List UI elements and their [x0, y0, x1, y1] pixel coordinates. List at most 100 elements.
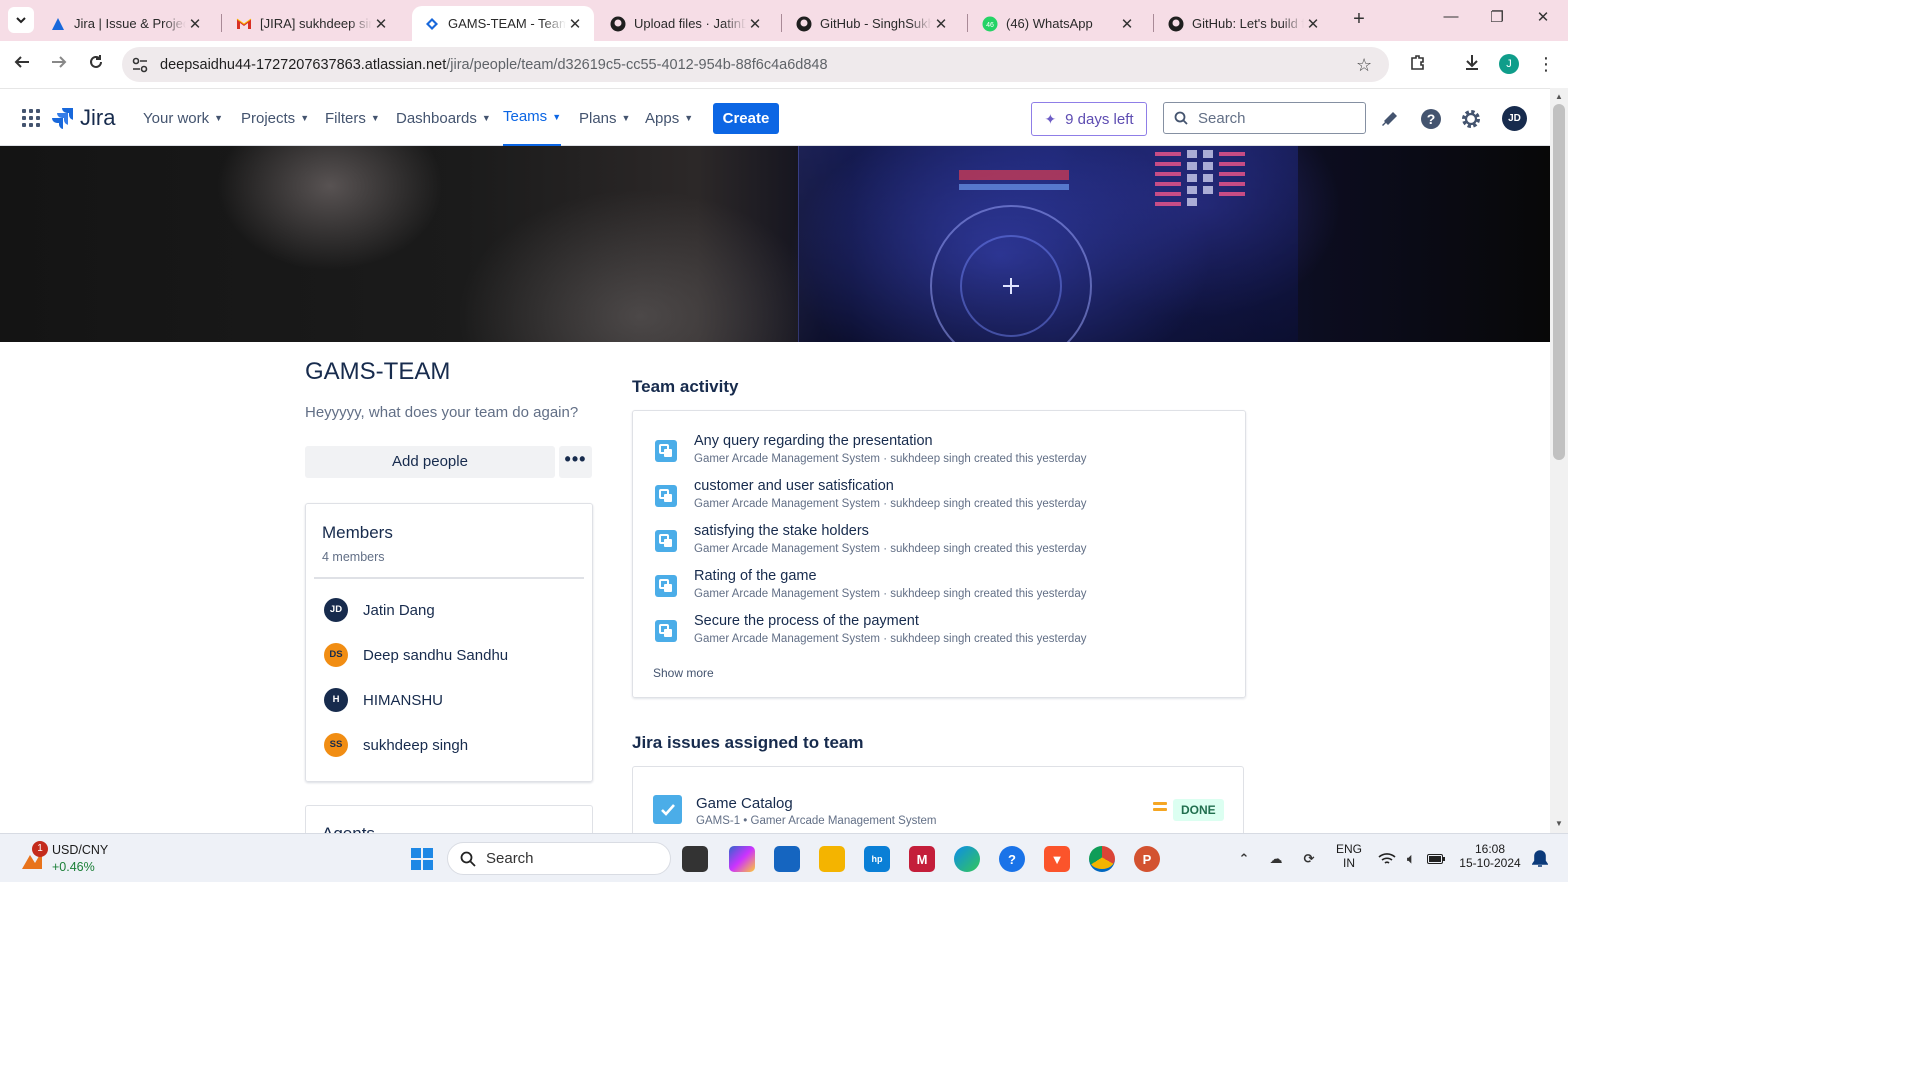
user-avatar[interactable]: JD — [1502, 106, 1527, 131]
restore-window-button[interactable]: ❐ — [1482, 8, 1512, 32]
team-description[interactable]: Heyyyyy, what does your team do again? — [305, 404, 578, 421]
lang-line2: IN — [1343, 856, 1355, 870]
volume-icon[interactable]: 🔈︎ — [1398, 846, 1424, 872]
member-row[interactable]: DS Deep sandhu Sandhu — [324, 642, 508, 668]
reload-button[interactable] — [84, 53, 108, 77]
browser-tab-gmail[interactable]: [JIRA] sukhdeep singh ✕ — [224, 6, 400, 41]
team-activity-card: Any query regarding the presentation Gam… — [632, 410, 1246, 698]
browser-tab-github-singh[interactable]: GitHub - SinghSukh0 ✕ — [784, 6, 960, 41]
bookmark-star-icon[interactable]: ☆ — [1356, 55, 1372, 76]
subtask-icon — [655, 575, 677, 597]
notifications-button[interactable] — [1378, 107, 1402, 131]
scroll-up-arrow[interactable]: ▲ — [1553, 92, 1565, 104]
copilot-icon[interactable] — [729, 846, 755, 872]
downloads-button[interactable] — [1460, 53, 1484, 77]
subtask-icon — [655, 530, 677, 552]
tab-search-button[interactable] — [8, 7, 34, 33]
nav-plans[interactable]: Plans ▼ — [579, 89, 630, 147]
nav-apps[interactable]: Apps ▼ — [645, 89, 693, 147]
notification-bell-icon[interactable] — [1527, 846, 1553, 872]
help-app-icon[interactable]: ? — [999, 846, 1025, 872]
scroll-down-arrow[interactable]: ▼ — [1553, 819, 1565, 831]
close-tab-icon[interactable]: ✕ — [1304, 15, 1322, 33]
member-row[interactable]: H HIMANSHU — [324, 687, 443, 713]
browser-tab-whatsapp[interactable]: 46 (46) WhatsApp ✕ — [970, 6, 1146, 41]
chrome-icon[interactable] — [1089, 846, 1115, 872]
microsoft-store-icon[interactable] — [774, 846, 800, 872]
activity-meta: Gamer Arcade Management System · sukhdee… — [694, 633, 1087, 645]
myhp-icon[interactable]: hp — [864, 846, 890, 872]
issue-key: GAMS-1 • Gamer Arcade Management System — [696, 815, 937, 827]
close-tab-icon[interactable]: ✕ — [372, 15, 390, 33]
close-tab-icon[interactable]: ✕ — [932, 15, 950, 33]
battery-icon[interactable] — [1423, 846, 1449, 872]
browser-tab-github-home[interactable]: GitHub: Let's build from here ✕ — [1156, 6, 1332, 41]
tab-title: Upload files · JatinDang — [634, 16, 746, 31]
nav-filters[interactable]: Filters ▼ — [325, 89, 380, 147]
nav-projects[interactable]: Projects ▼ — [241, 89, 309, 147]
search-input[interactable]: Search — [1163, 102, 1366, 134]
member-row[interactable]: JD Jatin Dang — [324, 597, 435, 623]
extensions-button[interactable] — [1406, 53, 1430, 77]
search-icon — [460, 851, 476, 867]
create-button[interactable]: Create — [713, 103, 779, 134]
input-language[interactable]: ENG IN — [1331, 842, 1367, 870]
browser-tab-gams-team[interactable]: GAMS-TEAM - Teams ✕ — [412, 6, 594, 41]
stock-ticker-widget[interactable]: 1 USD/CNY +0.46% — [18, 841, 128, 877]
browser-tab-github-upload[interactable]: Upload files · JatinDang ✕ — [598, 6, 774, 41]
sync-icon[interactable]: ⟳ — [1296, 846, 1322, 872]
mcafee-icon[interactable]: M — [909, 846, 935, 872]
onedrive-icon[interactable]: ☁ — [1263, 846, 1289, 872]
activity-item[interactable]: Any query regarding the presentation Gam… — [653, 432, 1233, 472]
browser-menu-button[interactable]: ⋮ — [1534, 53, 1558, 77]
trial-days-left-button[interactable]: ✦ 9 days left — [1031, 102, 1147, 136]
tab-title: (46) WhatsApp — [1006, 16, 1093, 31]
activity-item[interactable]: Secure the process of the payment Gamer … — [653, 612, 1233, 652]
wifi-icon[interactable] — [1374, 846, 1400, 872]
system-clock[interactable]: 16:08 15-10-2024 — [1455, 842, 1525, 870]
close-tab-icon[interactable]: ✕ — [186, 15, 204, 33]
settings-button[interactable] — [1459, 107, 1483, 131]
windows-start-icon[interactable] — [409, 846, 435, 872]
task-view-icon[interactable] — [682, 846, 708, 872]
show-hidden-icons-chevron-icon[interactable]: ⌃ — [1231, 846, 1257, 872]
minimize-window-button[interactable]: — — [1436, 8, 1466, 32]
close-window-button[interactable]: ✕ — [1528, 8, 1558, 32]
address-bar[interactable]: deepsaidhu44-1727207637863.atlassian.net… — [122, 47, 1389, 82]
powerpoint-icon[interactable]: P — [1134, 846, 1160, 872]
site-info-icon[interactable] — [131, 56, 149, 74]
status-badge[interactable]: DONE — [1173, 799, 1224, 821]
close-tab-icon[interactable]: ✕ — [566, 15, 584, 33]
add-people-button[interactable]: Add people — [305, 446, 555, 478]
new-tab-button[interactable]: + — [1347, 8, 1371, 32]
issue-title[interactable]: Game Catalog — [696, 795, 793, 812]
member-row[interactable]: SS sukhdeep singh — [324, 732, 468, 758]
edge-icon[interactable] — [954, 846, 980, 872]
more-actions-button[interactable]: ••• — [559, 446, 592, 478]
nav-teams[interactable]: Teams ▼ — [503, 89, 562, 147]
app-switcher-icon[interactable] — [22, 109, 40, 127]
nav-your-work[interactable]: Your work ▼ — [143, 89, 223, 147]
taskbar-search[interactable]: Search — [447, 842, 671, 875]
browser-profile-avatar[interactable]: J — [1499, 54, 1519, 74]
page-scrollbar-thumb[interactable] — [1553, 104, 1565, 460]
jira-logo[interactable]: Jira — [52, 103, 115, 133]
team-name-heading[interactable]: GAMS-TEAM — [305, 358, 450, 386]
help-button[interactable]: ? — [1419, 107, 1443, 131]
nav-dashboards[interactable]: Dashboards ▼ — [396, 89, 491, 147]
brave-icon[interactable]: ▼ — [1044, 846, 1070, 872]
activity-item[interactable]: customer and user satisfication Gamer Ar… — [653, 477, 1233, 517]
search-icon — [1174, 111, 1188, 125]
activity-item[interactable]: satisfying the stake holders Gamer Arcad… — [653, 522, 1233, 562]
back-button[interactable] — [10, 53, 34, 77]
close-tab-icon[interactable]: ✕ — [746, 15, 764, 33]
chevron-down-icon: ▼ — [300, 113, 310, 123]
url-path: /jira/people/team/d32619c5-cc55-4012-954… — [446, 56, 828, 73]
forward-button[interactable] — [47, 53, 71, 77]
show-more-link[interactable]: Show more — [653, 666, 714, 680]
close-tab-icon[interactable]: ✕ — [1118, 15, 1136, 33]
nav-label: Plans — [579, 109, 617, 127]
file-explorer-icon[interactable] — [819, 846, 845, 872]
browser-tab-jira-home[interactable]: Jira | Issue & Project Tracking ✕ — [38, 6, 214, 41]
activity-item[interactable]: Rating of the game Gamer Arcade Manageme… — [653, 567, 1233, 607]
